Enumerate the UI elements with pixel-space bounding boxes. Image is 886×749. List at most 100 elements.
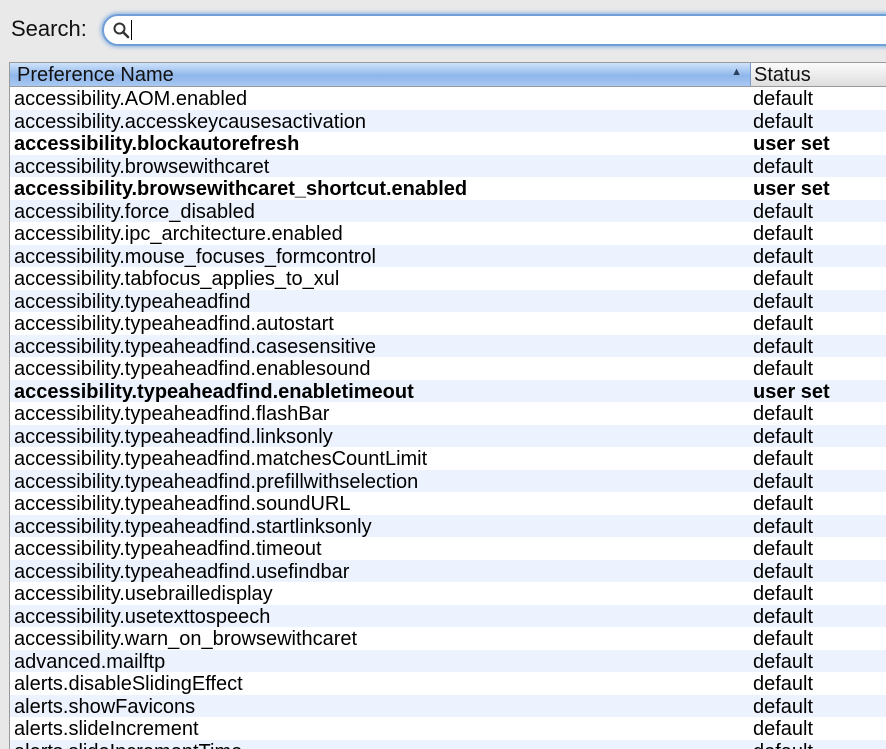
table-row[interactable]: accessibility.ipc_architecture.enabled de… bbox=[10, 222, 886, 245]
preference-status-cell: default bbox=[753, 268, 814, 290]
table-row[interactable]: accessibility.typeaheadfind default bbox=[10, 289, 886, 313]
preference-status-cell: default bbox=[753, 290, 814, 313]
preferences-table[interactable]: Preference Name ▲ Status accessibility.A… bbox=[9, 62, 886, 749]
about-config-window: Search: Preference Name ▲ Status accessi… bbox=[0, 0, 886, 749]
table-body: accessibility.AOM.enabled default accessib… bbox=[10, 87, 886, 749]
table-row[interactable]: accessibility.usebrailledisplay default bbox=[10, 582, 886, 605]
table-header: Preference Name ▲ Status bbox=[10, 63, 886, 87]
table-row[interactable]: accessibility.typeaheadfind.prefillwiths… bbox=[10, 469, 886, 493]
preference-status-cell: default bbox=[753, 110, 814, 133]
preference-name-cell: accessibility.typeaheadfind.startlinkson… bbox=[14, 515, 372, 538]
search-label: Search: bbox=[11, 16, 87, 41]
preference-name-cell: accessibility.browsewithcaret_shortcut.e… bbox=[14, 178, 468, 200]
column-header-status-label: Status bbox=[754, 64, 811, 86]
preference-name-cell: accessibility.tabfocus_applies_to_xul bbox=[14, 268, 340, 290]
preference-name-cell: accessibility.typeaheadfind.matchesCount… bbox=[14, 448, 428, 470]
table-row[interactable]: accessibility.warn_on_browsewithcaret def… bbox=[10, 627, 886, 650]
table-row[interactable]: accessibility.typeaheadfind.matchesCount… bbox=[10, 447, 886, 470]
table-row[interactable]: accessibility.blockautorefresh user set bbox=[10, 132, 886, 155]
table-row[interactable]: alerts.slideIncrementTime default bbox=[10, 739, 886, 749]
table-row[interactable]: accessibility.browsewithcaret default bbox=[10, 154, 886, 178]
preference-status-cell: default bbox=[753, 695, 814, 718]
sort-ascending-icon: ▲ bbox=[731, 66, 742, 78]
search-input[interactable] bbox=[132, 19, 872, 41]
preference-name-cell: accessibility.accesskeycausesactivation bbox=[14, 110, 367, 133]
preference-status-cell: default bbox=[753, 493, 814, 515]
preference-status-cell: default bbox=[753, 245, 814, 268]
table-row[interactable]: accessibility.typeaheadfind.timeout defau… bbox=[10, 537, 886, 560]
preference-status-cell: default bbox=[753, 88, 814, 110]
table-row[interactable]: accessibility.typeaheadfind.enabletimeou… bbox=[10, 379, 886, 403]
table-row[interactable]: accessibility.typeaheadfind.linksonly def… bbox=[10, 424, 886, 448]
table-row[interactable]: accessibility.usetexttospeech default bbox=[10, 604, 886, 628]
preference-name-cell: accessibility.typeaheadfind bbox=[14, 290, 251, 313]
preference-status-cell: default bbox=[753, 605, 814, 628]
column-header-status[interactable]: Status bbox=[751, 63, 886, 86]
table-row[interactable]: alerts.slideIncrement default bbox=[10, 717, 886, 740]
preference-status-cell: user set bbox=[753, 380, 830, 403]
preference-status-cell: default bbox=[753, 448, 814, 470]
table-row[interactable]: accessibility.typeaheadfind.autostart def… bbox=[10, 312, 886, 335]
table-row[interactable]: accessibility.typeaheadfind.startlinkson… bbox=[10, 514, 886, 538]
preference-status-cell: default bbox=[753, 358, 814, 380]
column-header-preference-name[interactable]: Preference Name ▲ bbox=[10, 63, 751, 86]
table-row[interactable]: accessibility.typeaheadfind.flashBar defa… bbox=[10, 402, 886, 425]
preference-name-cell: accessibility.typeaheadfind.prefillwiths… bbox=[14, 470, 419, 493]
preference-name-cell: accessibility.typeaheadfind.enabletimeou… bbox=[14, 380, 414, 403]
table-row[interactable]: alerts.disableSlidingEffect default bbox=[10, 672, 886, 695]
preference-status-cell: default bbox=[753, 200, 814, 223]
preference-name-cell: accessibility.typeaheadfind.usefindbar bbox=[14, 560, 350, 583]
magnifier-icon bbox=[113, 22, 130, 39]
preference-name-cell: alerts.slideIncrement bbox=[14, 718, 199, 740]
preference-status-cell: user set bbox=[753, 133, 830, 155]
preference-status-cell: default bbox=[753, 560, 814, 583]
preference-name-cell: accessibility.typeaheadfind.enablesound bbox=[14, 358, 371, 380]
preference-status-cell: default bbox=[753, 515, 814, 538]
text-caret bbox=[131, 20, 132, 40]
preference-name-cell: accessibility.warn_on_browsewithcaret bbox=[14, 628, 358, 650]
preference-name-cell: alerts.disableSlidingEffect bbox=[14, 673, 243, 695]
table-row[interactable]: accessibility.force_disabled default bbox=[10, 199, 886, 223]
table-row[interactable]: accessibility.typeaheadfind.casesensitiv… bbox=[10, 334, 886, 358]
preference-status-cell: default bbox=[753, 313, 814, 335]
table-row[interactable]: accessibility.accesskeycausesactivation d… bbox=[10, 109, 886, 133]
preference-name-cell: accessibility.browsewithcaret bbox=[14, 155, 270, 178]
preference-name-cell: accessibility.typeaheadfind.linksonly bbox=[14, 425, 333, 448]
preference-status-cell: default bbox=[753, 335, 814, 358]
table-row[interactable]: accessibility.typeaheadfind.enablesound d… bbox=[10, 357, 886, 380]
preference-name-cell: accessibility.typeaheadfind.flashBar bbox=[14, 403, 330, 425]
table-row[interactable]: accessibility.typeaheadfind.soundURL defa… bbox=[10, 492, 886, 515]
preference-name-cell: accessibility.typeaheadfind.casesensitiv… bbox=[14, 335, 377, 358]
preference-name-cell: accessibility.usebrailledisplay bbox=[14, 583, 273, 605]
preference-status-cell: default bbox=[753, 673, 814, 695]
preference-status-cell: default bbox=[753, 470, 814, 493]
preference-name-cell: accessibility.AOM.enabled bbox=[14, 88, 248, 110]
preference-status-cell: default bbox=[753, 155, 814, 178]
preference-name-cell: accessibility.usetexttospeech bbox=[14, 605, 271, 628]
table-row[interactable]: accessibility.browsewithcaret_shortcut.e… bbox=[10, 177, 886, 200]
preference-name-cell: accessibility.typeaheadfind.timeout bbox=[14, 538, 322, 560]
table-row[interactable]: advanced.mailftp default bbox=[10, 649, 886, 673]
preference-status-cell: default bbox=[753, 718, 814, 740]
preference-name-cell: accessibility.force_disabled bbox=[14, 200, 255, 223]
preference-status-cell: default bbox=[753, 403, 814, 425]
preference-name-cell: accessibility.typeaheadfind.autostart bbox=[14, 313, 334, 335]
preference-status-cell: default bbox=[753, 425, 814, 448]
search-bar: Search: bbox=[0, 0, 886, 62]
preference-name-cell: alerts.slideIncrementTime bbox=[14, 741, 242, 749]
preference-status-cell: default bbox=[753, 650, 814, 673]
table-row[interactable]: accessibility.tabfocus_applies_to_xul def… bbox=[10, 267, 886, 290]
preference-name-cell: accessibility.typeaheadfind.soundURL bbox=[14, 493, 351, 515]
table-row[interactable]: accessibility.AOM.enabled default bbox=[10, 87, 886, 110]
table-row[interactable]: accessibility.mouse_focuses_formcontrol d… bbox=[10, 244, 886, 268]
preference-name-cell: accessibility.ipc_architecture.enabled bbox=[14, 223, 343, 245]
preference-status-cell: default bbox=[753, 583, 814, 605]
preference-status-cell: user set bbox=[753, 178, 830, 200]
preference-status-cell: default bbox=[753, 538, 814, 560]
preference-name-cell: alerts.showFavicons bbox=[14, 695, 196, 718]
search-field[interactable] bbox=[102, 14, 886, 46]
table-row[interactable]: alerts.showFavicons default bbox=[10, 694, 886, 718]
preference-status-cell: default bbox=[753, 628, 814, 650]
preference-name-cell: advanced.mailftp bbox=[14, 650, 166, 673]
table-row[interactable]: accessibility.typeaheadfind.usefindbar de… bbox=[10, 559, 886, 583]
